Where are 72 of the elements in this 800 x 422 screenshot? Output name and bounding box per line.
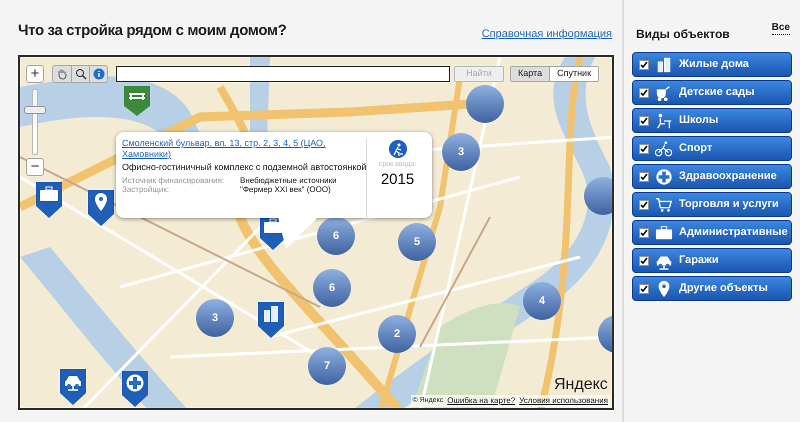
checkbox[interactable] xyxy=(639,284,649,294)
category-label: Другие объекты xyxy=(679,281,768,296)
category-label: Гаражи xyxy=(679,253,719,268)
briefcase-icon xyxy=(655,224,673,242)
category-button[interactable]: Гаражи xyxy=(632,248,792,273)
car-pin-icon[interactable] xyxy=(60,369,86,405)
checkbox[interactable] xyxy=(639,88,649,98)
search-field[interactable] xyxy=(116,66,450,82)
field-value: "Фермер XXI век" (ООО) xyxy=(240,185,332,194)
cluster-marker[interactable]: 3 xyxy=(442,133,480,171)
checkbox[interactable] xyxy=(639,116,649,126)
category-button[interactable]: Административные xyxy=(632,220,792,245)
category-button[interactable]: Здравоохранение xyxy=(632,164,792,189)
checkbox[interactable] xyxy=(639,60,649,70)
medical-cross-pin-icon[interactable] xyxy=(122,371,148,407)
bench-pin-icon[interactable] xyxy=(124,86,150,116)
buildings-icon xyxy=(655,56,673,74)
deadline-year: 2015 xyxy=(380,170,414,188)
category-button[interactable]: Школы xyxy=(632,108,792,133)
help-link[interactable]: Справочная информация xyxy=(482,26,612,42)
field-label: Застройщик: xyxy=(122,185,170,194)
cluster-marker[interactable]: 6 xyxy=(317,217,355,255)
cluster-marker[interactable]: 3 xyxy=(196,299,234,337)
footer-link[interactable]: Ошибка на карте? xyxy=(447,395,516,407)
sidebar-title: Виды объектов xyxy=(635,26,730,43)
checkbox[interactable] xyxy=(639,228,649,238)
category-button[interactable]: Спорт xyxy=(632,136,792,161)
category-button[interactable]: Жилые дома xyxy=(632,52,792,77)
location-pin-icon[interactable] xyxy=(88,190,114,226)
construction-worker-icon xyxy=(388,140,406,158)
checkbox[interactable] xyxy=(639,144,649,154)
description-text: Офисно-гостиничный комплекс с подземной автостоянкой xyxy=(122,162,364,173)
zoom-slider-handle[interactable] xyxy=(24,106,46,114)
cluster-marker[interactable] xyxy=(466,85,504,123)
category-label: Здравоохранение xyxy=(679,169,777,184)
info-icon[interactable] xyxy=(89,66,107,82)
checkbox[interactable] xyxy=(639,256,649,266)
footer-link[interactable]: Условия использования xyxy=(519,395,608,407)
zoom-out-button[interactable]: − xyxy=(26,158,44,176)
field-label: Источник финансирования: xyxy=(122,176,226,185)
shopping-cart-icon xyxy=(655,196,673,214)
category-button[interactable]: Торговля и услуги xyxy=(632,192,792,217)
student-desk-icon xyxy=(655,112,673,130)
cluster-marker[interactable]: 5 xyxy=(398,223,436,261)
category-label: Торговля и услуги xyxy=(679,197,779,212)
briefcase-pin-icon[interactable] xyxy=(36,182,62,218)
stroller-icon xyxy=(655,84,673,102)
cluster-marker[interactable]: 6 xyxy=(313,269,351,307)
address-link[interactable]: Смоленский бульвар, вл. 13, стр. 2, 3, 4, 5 (ЦАО, Хамовники) xyxy=(122,138,364,160)
category-label: Спорт xyxy=(679,141,712,156)
bicycle-icon xyxy=(655,140,673,158)
checkbox[interactable] xyxy=(639,200,649,210)
map-type-tab[interactable]: Спутник xyxy=(549,67,598,81)
buildings-pin-icon[interactable] xyxy=(258,302,284,338)
zoom-area-icon[interactable] xyxy=(71,66,89,82)
category-button[interactable]: Другие объекты xyxy=(632,276,792,301)
checkbox[interactable] xyxy=(639,172,649,182)
page-title: Что за стройка рядом с моим домом? xyxy=(18,20,286,40)
cluster-marker[interactable]: 2 xyxy=(378,315,416,353)
medical-cross-icon xyxy=(655,168,673,186)
zoom-in-button[interactable]: + xyxy=(26,65,44,83)
category-button[interactable]: Детские сады xyxy=(632,80,792,105)
map-type-tab[interactable]: Карта xyxy=(511,67,550,81)
select-all-link[interactable]: Все xyxy=(772,22,790,35)
category-label: Детские сады xyxy=(679,85,754,100)
category-label: Административные xyxy=(679,225,788,240)
field-value: Внебюджетные источники xyxy=(240,176,338,185)
cluster-marker[interactable]: 7 xyxy=(308,347,346,385)
yandex-logo: Яндекс xyxy=(554,375,608,395)
category-label: Жилые дома xyxy=(679,57,749,72)
cluster-marker[interactable] xyxy=(584,177,612,215)
category-label: Школы xyxy=(679,113,718,128)
